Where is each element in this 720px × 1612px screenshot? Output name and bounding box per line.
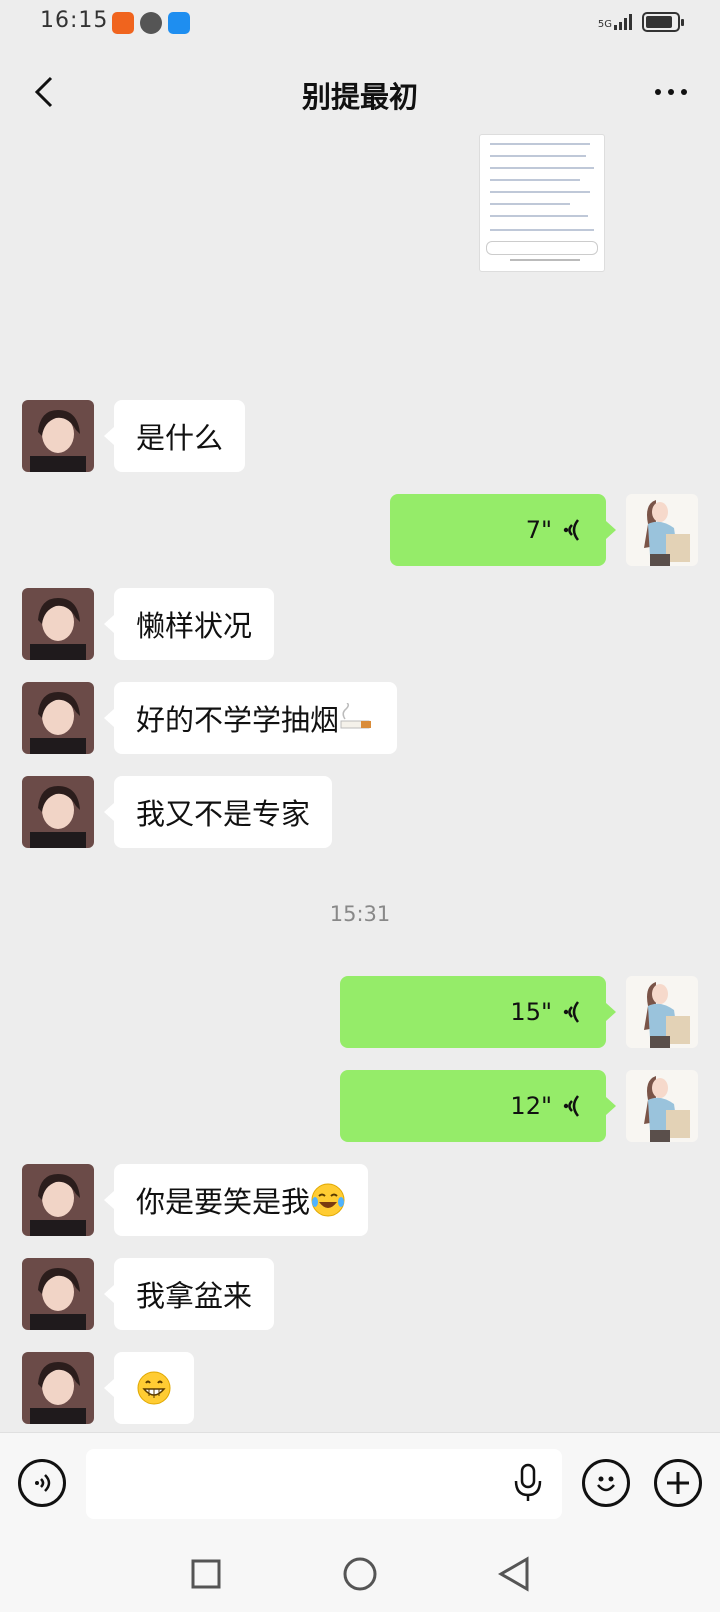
network-type: 5G	[597, 19, 612, 30]
chat-timestamp: 15:31	[329, 902, 391, 926]
browser-notification-icon	[168, 12, 190, 34]
message-row: 12"	[0, 1070, 720, 1142]
contact-avatar[interactable]	[22, 400, 94, 472]
voice-message-bubble[interactable]: 12"	[340, 1070, 616, 1142]
voice-mode-button[interactable]	[18, 1459, 66, 1507]
back-nav-button[interactable]	[494, 1554, 534, 1594]
message-row: 你是要笑是我	[0, 1164, 720, 1236]
plus-icon	[667, 1472, 689, 1494]
message-text: 是什么	[136, 421, 224, 455]
message-text: 你是要笑是我	[136, 1185, 311, 1219]
message-bubble[interactable]: 我又不是专家	[103, 776, 333, 848]
circle-icon	[343, 1557, 377, 1591]
smiley-icon	[597, 1476, 615, 1492]
notification-icons	[112, 12, 190, 34]
message-row: 15"	[0, 976, 720, 1048]
signal-icon: 5G	[598, 14, 632, 30]
emoji-button[interactable]	[582, 1459, 630, 1507]
more-button[interactable]	[648, 70, 694, 114]
message-text: 懒样状况	[136, 609, 253, 643]
message-row: 好的不学学抽烟	[0, 682, 720, 754]
message-row: 7"	[0, 494, 720, 566]
message-bubble[interactable]: 好的不学学抽烟	[103, 682, 398, 754]
contact-avatar[interactable]	[22, 1352, 94, 1424]
contact-avatar[interactable]	[22, 682, 94, 754]
mic-icon	[514, 1463, 542, 1501]
voice-duration: 12"	[510, 1092, 552, 1120]
message-bubble[interactable]: 你是要笑是我	[103, 1164, 369, 1236]
square-icon	[191, 1559, 221, 1589]
contact-avatar[interactable]	[22, 1164, 94, 1236]
image-message[interactable]	[479, 134, 605, 272]
voice-message-bubble[interactable]: 15"	[340, 976, 616, 1048]
system-nav-bar	[0, 1534, 720, 1612]
home-button[interactable]	[340, 1554, 380, 1594]
signal-bars-icon	[614, 14, 632, 30]
mic-button[interactable]	[512, 1463, 544, 1507]
message-row: 懒样状况	[0, 588, 720, 660]
contact-avatar[interactable]	[22, 776, 94, 848]
triangle-back-icon	[497, 1556, 529, 1592]
voice-wave-icon	[563, 1001, 580, 1023]
voice-mode-icon	[35, 1474, 51, 1492]
battery-icon	[642, 12, 684, 32]
my-avatar[interactable]	[626, 494, 698, 566]
recents-button[interactable]	[186, 1554, 226, 1594]
voice-duration: 15"	[510, 998, 552, 1026]
message-input[interactable]	[86, 1449, 562, 1519]
message-row: 是什么	[0, 400, 720, 472]
status-bar: 16:15 5G	[0, 0, 720, 50]
message-row	[0, 1352, 720, 1424]
message-bubble[interactable]: 懒样状况	[103, 588, 275, 660]
app-notification-icon	[112, 12, 134, 34]
message-bubble[interactable]: 是什么	[103, 400, 246, 472]
plus-button[interactable]	[654, 1459, 702, 1507]
chat-title: 别提最初	[301, 80, 418, 114]
contact-avatar[interactable]	[22, 1258, 94, 1330]
image-input-field	[486, 241, 598, 255]
my-avatar[interactable]	[626, 976, 698, 1048]
message-bubble[interactable]: 我拿盆来	[103, 1258, 275, 1330]
image-nav-row	[510, 259, 580, 261]
message-text: 我拿盆来	[136, 1279, 253, 1313]
chat-header: 别提最初	[0, 58, 720, 128]
message-text: 我又不是专家	[136, 797, 311, 831]
status-right: 5G	[598, 12, 684, 32]
my-avatar[interactable]	[626, 1070, 698, 1142]
contact-avatar[interactable]	[22, 588, 94, 660]
message-bubble[interactable]	[104, 1352, 194, 1424]
voice-wave-icon	[563, 1095, 580, 1117]
message-row: 我拿盆来	[0, 1258, 720, 1330]
message-row: 我又不是专家	[0, 776, 720, 848]
input-bar	[0, 1432, 720, 1534]
cigarette-icon	[340, 703, 372, 729]
voice-duration: 7"	[525, 516, 552, 544]
grinning-emoji-icon	[137, 1371, 171, 1405]
more-dots-icon	[655, 89, 687, 95]
voice-wave-icon	[563, 519, 580, 541]
voice-message-bubble[interactable]: 7"	[390, 494, 616, 566]
status-time: 16:15	[40, 8, 109, 33]
chat-notification-icon	[140, 12, 162, 34]
laughing-crying-emoji-icon	[311, 1183, 345, 1217]
message-text: 好的不学学抽烟	[136, 703, 340, 737]
